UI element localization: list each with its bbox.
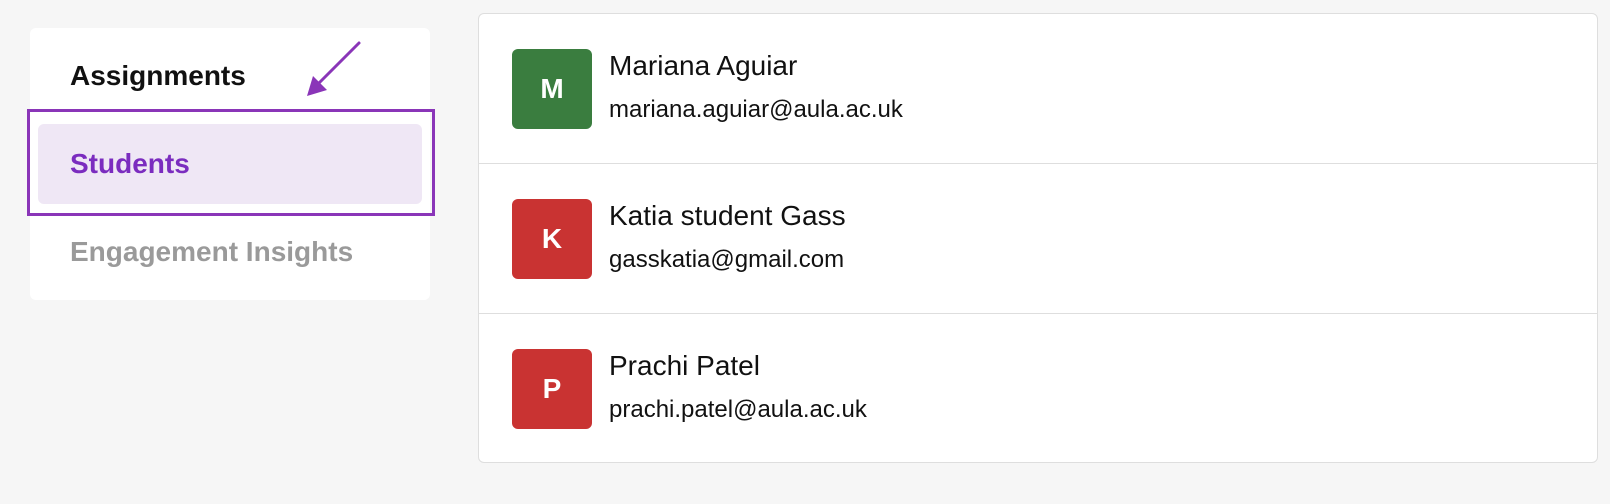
avatar: K [512, 199, 592, 279]
student-email: gasskatia@gmail.com [609, 246, 845, 273]
sidebar-item-engagement-insights[interactable]: Engagement Insights [38, 212, 422, 292]
student-name: Katia student Gass [609, 200, 846, 231]
student-row[interactable]: P Prachi Patel prachi.patel@aula.ac.uk [479, 314, 1597, 462]
student-name: Prachi Patel [609, 350, 760, 381]
student-email: prachi.patel@aula.ac.uk [609, 396, 867, 423]
highlight-annotation-box [27, 109, 435, 216]
student-list: M Mariana Aguiar mariana.aguiar@aula.ac.… [478, 13, 1598, 463]
arrow-down-left-icon [307, 41, 361, 96]
avatar: M [512, 49, 592, 129]
student-name: Mariana Aguiar [609, 50, 798, 81]
avatar: P [512, 349, 592, 429]
student-row[interactable]: K Katia student Gass gasskatia@gmail.com [479, 164, 1597, 314]
student-email: mariana.aguiar@aula.ac.uk [609, 96, 903, 123]
student-row[interactable]: M Mariana Aguiar mariana.aguiar@aula.ac.… [479, 14, 1597, 164]
